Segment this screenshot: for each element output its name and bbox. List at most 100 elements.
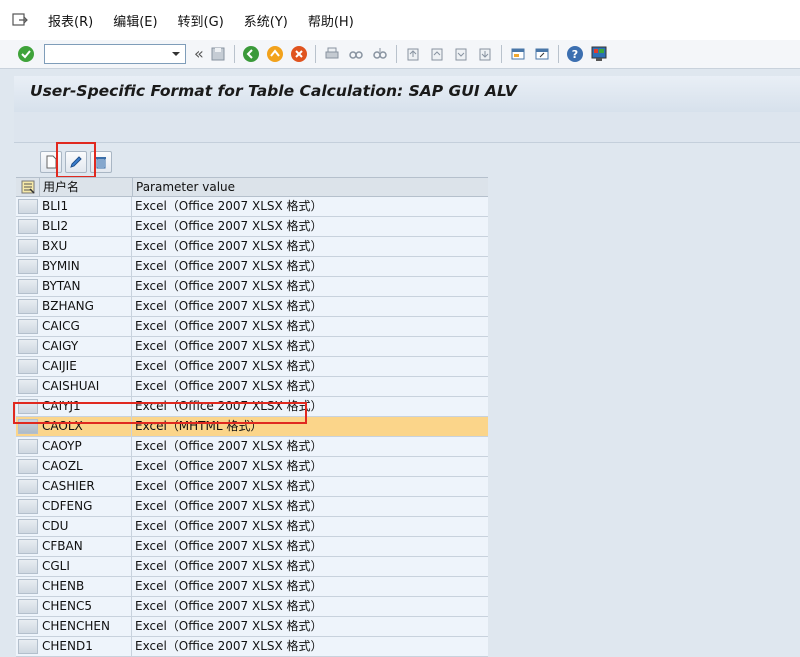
- cell-parameter-value[interactable]: Excel（Office 2007 XLSX 格式）: [132, 537, 488, 556]
- cell-user[interactable]: BXU: [39, 237, 132, 256]
- row-selector[interactable]: [18, 339, 38, 354]
- table-row[interactable]: CASHIER Excel（Office 2007 XLSX 格式）: [16, 477, 488, 497]
- row-selector[interactable]: [18, 499, 38, 514]
- row-selector[interactable]: [18, 379, 38, 394]
- cell-parameter-value[interactable]: Excel（Office 2007 XLSX 格式）: [132, 437, 488, 456]
- table-row[interactable]: CDU Excel（Office 2007 XLSX 格式）: [16, 517, 488, 537]
- menu-report[interactable]: 报表(R): [48, 11, 93, 30]
- row-selector[interactable]: [18, 239, 38, 254]
- row-selector[interactable]: [18, 299, 38, 314]
- cancel-icon[interactable]: [289, 44, 309, 64]
- cell-parameter-value[interactable]: Excel（Office 2007 XLSX 格式）: [132, 617, 488, 636]
- row-selector[interactable]: [18, 459, 38, 474]
- table-row[interactable]: CDFENG Excel（Office 2007 XLSX 格式）: [16, 497, 488, 517]
- row-selector[interactable]: [18, 539, 38, 554]
- cell-parameter-value[interactable]: Excel（MHTML 格式）: [132, 417, 488, 436]
- table-row[interactable]: CAOLX Excel（MHTML 格式）: [16, 417, 488, 437]
- table-row[interactable]: BLI1 Excel（Office 2007 XLSX 格式）: [16, 197, 488, 217]
- command-input[interactable]: [45, 45, 167, 61]
- cell-parameter-value[interactable]: Excel（Office 2007 XLSX 格式）: [132, 397, 488, 416]
- help-icon[interactable]: ?: [565, 44, 585, 64]
- table-row[interactable]: CAIYJ1 Excel（Office 2007 XLSX 格式）: [16, 397, 488, 417]
- cell-user[interactable]: CGLI: [39, 557, 132, 576]
- cell-parameter-value[interactable]: Excel（Office 2007 XLSX 格式）: [132, 337, 488, 356]
- cell-user[interactable]: CAIYJ1: [39, 397, 132, 416]
- new-session-icon[interactable]: [508, 44, 528, 64]
- row-selector[interactable]: [18, 399, 38, 414]
- table-row[interactable]: BXU Excel（Office 2007 XLSX 格式）: [16, 237, 488, 257]
- cell-parameter-value[interactable]: Excel（Office 2007 XLSX 格式）: [132, 497, 488, 516]
- cell-user[interactable]: CHENCHEN: [39, 617, 132, 636]
- table-row[interactable]: CGLI Excel（Office 2007 XLSX 格式）: [16, 557, 488, 577]
- row-selector[interactable]: [18, 199, 38, 214]
- table-row[interactable]: CHEND1 Excel（Office 2007 XLSX 格式）: [16, 637, 488, 657]
- cell-user[interactable]: CAISHUAI: [39, 377, 132, 396]
- column-header-user[interactable]: 用户名: [40, 178, 133, 196]
- cell-parameter-value[interactable]: Excel（Office 2007 XLSX 格式）: [132, 237, 488, 256]
- cell-parameter-value[interactable]: Excel（Office 2007 XLSX 格式）: [132, 637, 488, 656]
- table-row[interactable]: CAOZL Excel（Office 2007 XLSX 格式）: [16, 457, 488, 477]
- row-selector[interactable]: [18, 559, 38, 574]
- exit-icon[interactable]: [265, 44, 285, 64]
- cell-parameter-value[interactable]: Excel（Office 2007 XLSX 格式）: [132, 297, 488, 316]
- print-icon[interactable]: [322, 44, 342, 64]
- row-selector[interactable]: [18, 619, 38, 634]
- cell-user[interactable]: CHEND1: [39, 637, 132, 656]
- table-row[interactable]: BLI2 Excel（Office 2007 XLSX 格式）: [16, 217, 488, 237]
- shortcut-icon[interactable]: [532, 44, 552, 64]
- menu-exit-icon[interactable]: [12, 12, 28, 28]
- cell-parameter-value[interactable]: Excel（Office 2007 XLSX 格式）: [132, 517, 488, 536]
- menu-help[interactable]: 帮助(H): [308, 11, 354, 30]
- menu-edit[interactable]: 编辑(E): [113, 11, 157, 30]
- cell-user[interactable]: BLI1: [39, 197, 132, 216]
- row-selector[interactable]: [18, 579, 38, 594]
- cell-parameter-value[interactable]: Excel（Office 2007 XLSX 格式）: [132, 557, 488, 576]
- row-selector[interactable]: [18, 219, 38, 234]
- row-selector[interactable]: [18, 639, 38, 654]
- cell-user[interactable]: BZHANG: [39, 297, 132, 316]
- table-row[interactable]: CAIGY Excel（Office 2007 XLSX 格式）: [16, 337, 488, 357]
- cell-user[interactable]: CAOYP: [39, 437, 132, 456]
- column-header-parameter-value[interactable]: Parameter value: [133, 178, 488, 196]
- cell-parameter-value[interactable]: Excel（Office 2007 XLSX 格式）: [132, 217, 488, 236]
- cell-user[interactable]: CAIGY: [39, 337, 132, 356]
- cell-user[interactable]: CHENC5: [39, 597, 132, 616]
- cell-parameter-value[interactable]: Excel（Office 2007 XLSX 格式）: [132, 577, 488, 596]
- cell-user[interactable]: BYTAN: [39, 277, 132, 296]
- back-icon[interactable]: [241, 44, 261, 64]
- row-selector[interactable]: [18, 519, 38, 534]
- cell-parameter-value[interactable]: Excel（Office 2007 XLSX 格式）: [132, 277, 488, 296]
- chevron-down-icon[interactable]: [167, 45, 185, 63]
- cell-parameter-value[interactable]: Excel（Office 2007 XLSX 格式）: [132, 317, 488, 336]
- next-page-icon[interactable]: [451, 44, 471, 64]
- cell-user[interactable]: CAOZL: [39, 457, 132, 476]
- cell-user[interactable]: CDFENG: [39, 497, 132, 516]
- cell-parameter-value[interactable]: Excel（Office 2007 XLSX 格式）: [132, 457, 488, 476]
- cell-parameter-value[interactable]: Excel（Office 2007 XLSX 格式）: [132, 197, 488, 216]
- table-row[interactable]: CAISHUAI Excel（Office 2007 XLSX 格式）: [16, 377, 488, 397]
- command-field[interactable]: [44, 44, 186, 64]
- table-row[interactable]: BYMIN Excel（Office 2007 XLSX 格式）: [16, 257, 488, 277]
- cell-user[interactable]: CAIJIE: [39, 357, 132, 376]
- last-page-icon[interactable]: [475, 44, 495, 64]
- menu-system[interactable]: 系统(Y): [244, 11, 288, 30]
- table-row[interactable]: CAOYP Excel（Office 2007 XLSX 格式）: [16, 437, 488, 457]
- table-row[interactable]: CFBAN Excel（Office 2007 XLSX 格式）: [16, 537, 488, 557]
- row-selector[interactable]: [18, 259, 38, 274]
- save-icon[interactable]: [208, 44, 228, 64]
- cell-user[interactable]: CHENB: [39, 577, 132, 596]
- row-selector[interactable]: [18, 479, 38, 494]
- menu-goto[interactable]: 转到(G): [178, 11, 224, 30]
- table-row[interactable]: CAIJIE Excel（Office 2007 XLSX 格式）: [16, 357, 488, 377]
- row-selector[interactable]: [18, 359, 38, 374]
- find-next-icon[interactable]: [370, 44, 390, 64]
- cell-user[interactable]: BYMIN: [39, 257, 132, 276]
- table-row[interactable]: BZHANG Excel（Office 2007 XLSX 格式）: [16, 297, 488, 317]
- table-row[interactable]: CHENC5 Excel（Office 2007 XLSX 格式）: [16, 597, 488, 617]
- row-selector[interactable]: [18, 599, 38, 614]
- cell-user[interactable]: CAOLX: [39, 417, 132, 436]
- select-all-icon[interactable]: [16, 178, 40, 196]
- previous-page-icon[interactable]: [427, 44, 447, 64]
- cell-user[interactable]: BLI2: [39, 217, 132, 236]
- customize-layout-icon[interactable]: [589, 44, 609, 64]
